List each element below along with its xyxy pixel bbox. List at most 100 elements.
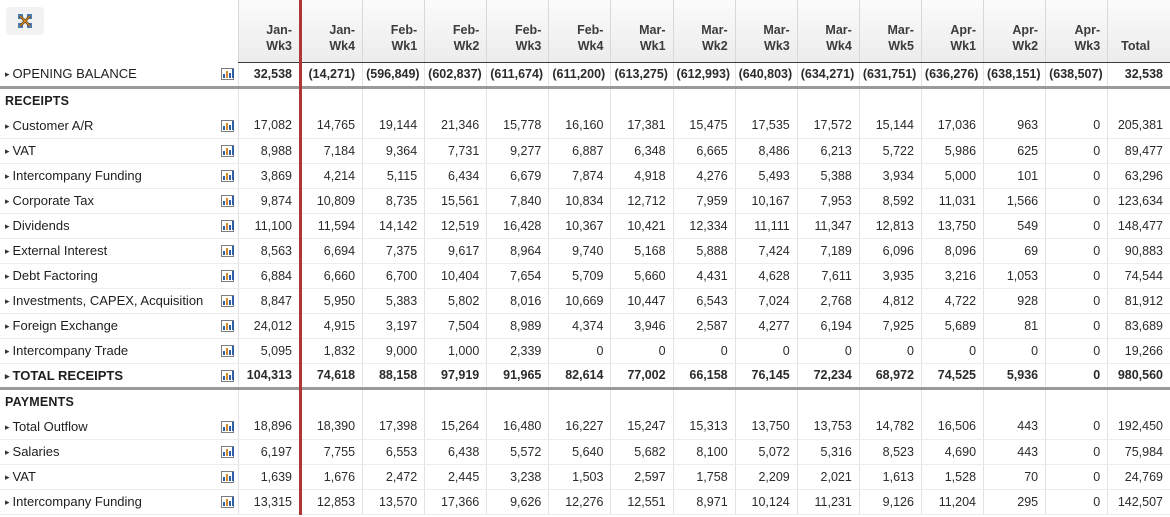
data-cell[interactable]: 5,000 — [920, 163, 984, 189]
row-chart-icon-cell[interactable] — [216, 213, 239, 239]
data-cell[interactable]: 6,665 — [672, 138, 736, 164]
total-cell[interactable] — [1107, 85, 1170, 113]
data-cell[interactable]: 8,988 — [237, 138, 301, 164]
data-cell[interactable] — [486, 85, 549, 113]
data-cell[interactable]: 2,445 — [424, 464, 487, 490]
data-cell[interactable] — [237, 85, 301, 113]
data-cell[interactable]: 6,884 — [237, 263, 301, 289]
data-cell[interactable]: 1,566 — [983, 188, 1046, 214]
data-cell[interactable]: 9,000 — [362, 338, 425, 364]
table-row[interactable]: ▸ Salaries 6,197 7,755 6,553 6,438 5,572 5,640 5… — [0, 439, 1170, 465]
bar-chart-icon[interactable] — [220, 320, 234, 333]
column-header-apr-wk1[interactable]: Apr- Wk1 — [920, 0, 984, 63]
row-chart-icon-cell[interactable] — [216, 113, 239, 139]
data-cell[interactable]: 7,953 — [796, 188, 860, 214]
data-cell[interactable]: 0 — [1045, 163, 1108, 189]
data-cell[interactable]: 10,834 — [548, 188, 611, 214]
row-label-cell[interactable]: ▸ Total Outflow — [0, 414, 217, 440]
data-cell[interactable]: 2,339 — [486, 338, 549, 364]
expand-arrows-icon[interactable] — [6, 7, 44, 35]
expand-caret-icon[interactable]: ▸ — [5, 447, 10, 458]
table-row[interactable]: ▸ Investments, CAPEX, Acquisition 8,847 5,9… — [0, 288, 1170, 314]
expand-caret-icon[interactable]: ▸ — [5, 371, 10, 382]
data-cell[interactable]: 0 — [1045, 338, 1108, 364]
data-cell[interactable]: (611,674) — [486, 62, 549, 88]
table-row[interactable]: ▸ Dividends 11,100 11,594 14,142 12,519 16,428… — [0, 213, 1170, 239]
data-cell[interactable]: 5,072 — [734, 439, 798, 465]
data-cell[interactable]: 0 — [1045, 288, 1108, 314]
data-cell[interactable]: 1,503 — [548, 464, 611, 490]
data-cell[interactable]: 12,853 — [298, 489, 363, 515]
data-cell[interactable]: 6,660 — [298, 263, 363, 289]
data-cell[interactable]: 8,735 — [362, 188, 425, 214]
total-cell[interactable]: 89,477 — [1107, 138, 1170, 164]
data-cell[interactable]: 0 — [1045, 188, 1108, 214]
data-cell[interactable]: 0 — [672, 338, 736, 364]
data-cell[interactable]: 5,986 — [920, 138, 984, 164]
total-cell[interactable]: 32,538 — [1107, 62, 1170, 88]
data-cell[interactable]: 6,694 — [298, 238, 363, 264]
data-cell[interactable]: 10,367 — [548, 213, 611, 239]
data-cell[interactable]: 9,626 — [486, 489, 549, 515]
expand-caret-icon[interactable]: ▸ — [5, 221, 10, 232]
data-cell[interactable]: 21,346 — [424, 113, 487, 139]
data-cell[interactable]: 1,053 — [983, 263, 1046, 289]
table-row[interactable]: ▸ Intercompany Funding 3,869 4,214 5,115 6,43… — [0, 163, 1170, 189]
data-cell[interactable] — [424, 85, 487, 113]
data-cell[interactable]: 0 — [983, 338, 1046, 364]
row-label-cell[interactable]: ▸ Foreign Exchange — [0, 313, 217, 339]
table-row[interactable]: ▸ Customer A/R 17,082 14,765 19,144 21,346 15,… — [0, 113, 1170, 139]
data-cell[interactable]: 5,689 — [920, 313, 984, 339]
data-cell[interactable]: 13,570 — [362, 489, 425, 515]
total-cell[interactable]: 123,634 — [1107, 188, 1170, 214]
data-cell[interactable]: 0 — [1045, 414, 1108, 440]
data-cell[interactable]: 8,016 — [486, 288, 549, 314]
data-cell[interactable]: 6,700 — [362, 263, 425, 289]
data-cell[interactable]: 7,731 — [424, 138, 487, 164]
data-cell[interactable]: 4,812 — [858, 288, 922, 314]
expand-caret-icon[interactable]: ▸ — [5, 497, 10, 508]
data-cell[interactable]: (14,271) — [298, 62, 363, 88]
column-header-mar-wk1[interactable]: Mar- Wk1 — [610, 0, 674, 63]
row-chart-icon-cell[interactable] — [216, 238, 239, 264]
row-chart-icon-cell[interactable] — [216, 313, 239, 339]
data-cell[interactable] — [424, 386, 487, 414]
data-cell[interactable]: (613,275) — [610, 62, 674, 88]
expand-caret-icon[interactable]: ▸ — [5, 271, 10, 282]
data-cell[interactable]: 3,869 — [237, 163, 301, 189]
data-cell[interactable]: 7,375 — [362, 238, 425, 264]
data-cell[interactable]: 625 — [983, 138, 1046, 164]
data-cell[interactable]: 4,374 — [548, 313, 611, 339]
data-cell[interactable]: 15,561 — [424, 188, 487, 214]
data-cell[interactable]: 7,024 — [734, 288, 798, 314]
data-cell[interactable] — [734, 386, 798, 414]
data-cell[interactable]: 8,989 — [486, 313, 549, 339]
column-header-jan-wk3[interactable]: Jan- Wk3 — [237, 0, 301, 63]
expand-caret-icon[interactable]: ▸ — [5, 296, 10, 307]
data-cell[interactable]: 2,472 — [362, 464, 425, 490]
data-cell[interactable]: 16,480 — [486, 414, 549, 440]
data-cell[interactable]: 8,486 — [734, 138, 798, 164]
row-label-cell[interactable]: ▸ Intercompany Funding — [0, 489, 217, 515]
table-row[interactable]: ▸ Total Outflow 18,896 18,390 17,398 15,264 16… — [0, 414, 1170, 440]
row-chart-icon-cell[interactable] — [216, 138, 239, 164]
bar-chart-icon[interactable] — [220, 496, 234, 509]
data-cell[interactable]: 8,096 — [920, 238, 984, 264]
row-label-cell[interactable]: ▸ VAT — [0, 464, 217, 490]
table-row[interactable]: ▸ Intercompany Funding 13,315 12,853 13,570 1… — [0, 489, 1170, 515]
data-cell[interactable]: 4,276 — [672, 163, 736, 189]
data-cell[interactable]: 5,709 — [548, 263, 611, 289]
data-cell[interactable]: 13,750 — [734, 414, 798, 440]
bar-chart-icon[interactable] — [220, 420, 234, 433]
data-cell[interactable]: 17,398 — [362, 414, 425, 440]
row-label-cell[interactable]: ▸ Corporate Tax — [0, 188, 217, 214]
row-chart-icon-cell[interactable] — [216, 263, 239, 289]
data-cell[interactable]: 6,197 — [237, 439, 301, 465]
data-cell[interactable]: 7,959 — [672, 188, 736, 214]
data-cell[interactable]: 101 — [983, 163, 1046, 189]
table-row[interactable]: ▸ External Interest 8,563 6,694 7,375 9,617 8,… — [0, 238, 1170, 264]
data-cell[interactable]: 1,758 — [672, 464, 736, 490]
data-cell[interactable]: 11,100 — [237, 213, 301, 239]
data-cell[interactable]: 12,712 — [610, 188, 674, 214]
data-cell[interactable]: 5,493 — [734, 163, 798, 189]
